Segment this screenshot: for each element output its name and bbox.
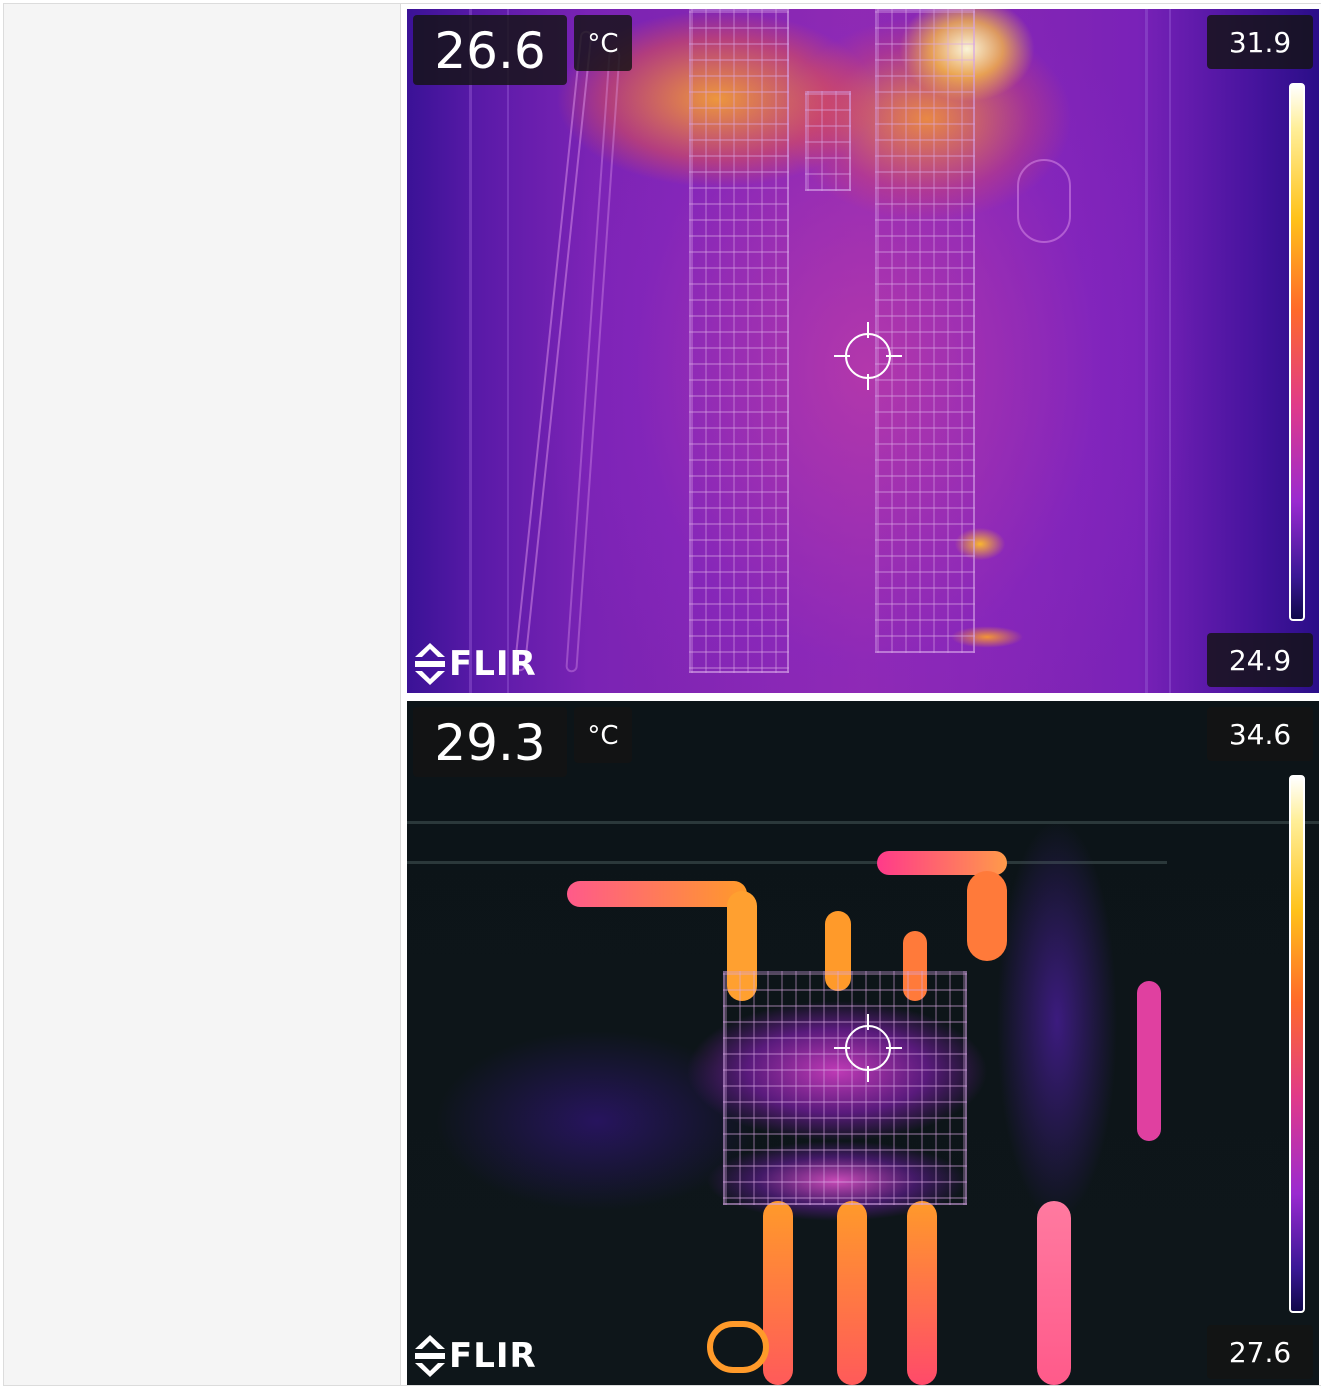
spot-temperature: 26.6 — [434, 22, 546, 80]
scale-max-box: 31.9 — [1207, 15, 1313, 69]
scale-max-box: 34.6 — [1207, 707, 1313, 761]
scale-min-value: 24.9 — [1228, 644, 1292, 677]
unit-box: °C — [574, 707, 632, 763]
thermal-image-table: 26.6 °C 31.9 24.9 FLIR 29.3 °C 34.6 27.6… — [0, 0, 1323, 1386]
thermal-image-terminal: 29.3 °C 34.6 27.6 FLIR — [407, 701, 1319, 1385]
flir-brand-text: FLIR — [449, 644, 537, 684]
flir-logo: FLIR — [413, 639, 553, 689]
empty-cell — [3, 698, 401, 1385]
scale-min-box: 27.6 — [1207, 1325, 1313, 1379]
unit-box: °C — [574, 15, 632, 71]
crosshair-icon — [834, 1014, 902, 1082]
flir-logo-icon — [415, 643, 445, 685]
image-cell: 26.6 °C 31.9 24.9 FLIR — [401, 4, 1321, 698]
flir-logo: FLIR — [413, 1331, 553, 1381]
flir-brand-text: FLIR — [449, 1336, 537, 1376]
table-row: 29.3 °C 34.6 27.6 FLIR — [3, 698, 1321, 1386]
color-scale-bar — [1289, 775, 1305, 1313]
flir-logo-icon — [415, 1335, 445, 1377]
scale-min-value: 27.6 — [1228, 1336, 1292, 1369]
temperature-unit: °C — [587, 721, 619, 751]
scale-max-value: 34.6 — [1228, 718, 1292, 751]
image-cell: 29.3 °C 34.6 27.6 FLIR — [401, 698, 1321, 1385]
scale-min-box: 24.9 — [1207, 633, 1313, 687]
table-row: 26.6 °C 31.9 24.9 FLIR — [3, 3, 1321, 699]
thermal-image-panel: 26.6 °C 31.9 24.9 FLIR — [407, 9, 1319, 693]
spot-temperature: 29.3 — [434, 714, 546, 772]
empty-cell — [3, 4, 401, 698]
crosshair-icon — [834, 322, 902, 390]
spot-temperature-box: 29.3 — [413, 707, 567, 777]
temperature-unit: °C — [587, 29, 619, 59]
color-scale-bar — [1289, 83, 1305, 621]
scale-max-value: 31.9 — [1228, 26, 1292, 59]
spot-temperature-box: 26.6 — [413, 15, 567, 85]
